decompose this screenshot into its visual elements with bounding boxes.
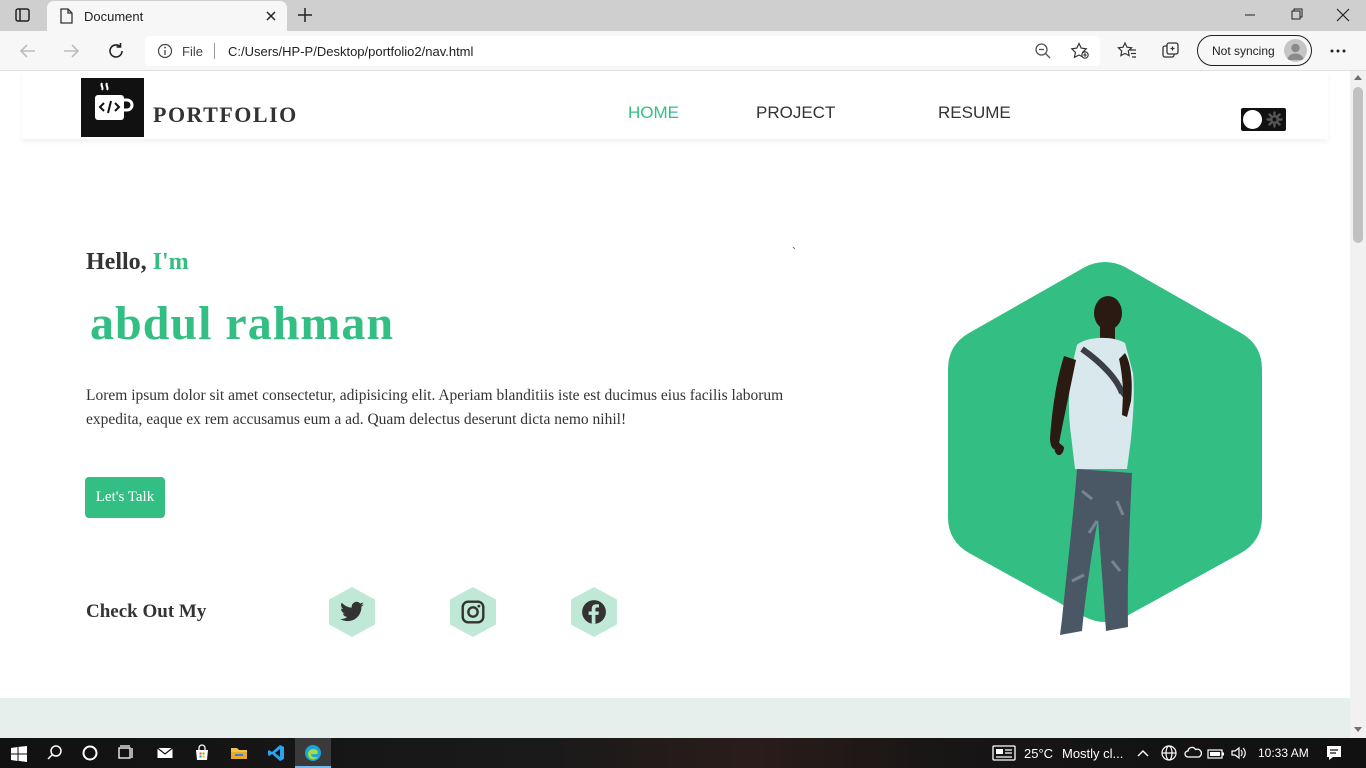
tab-actions-icon[interactable] [14,7,32,23]
cortana-icon[interactable] [81,744,99,767]
page-icon [59,8,73,29]
im-text: I'm [152,249,189,275]
info-icon[interactable] [157,43,173,64]
profile-photo [947,261,1267,636]
restore-button[interactable] [1287,6,1307,24]
refresh-icon[interactable] [106,41,126,61]
facebook-link[interactable] [571,587,617,637]
stray-character: ` [792,245,796,259]
edge-icon[interactable] [304,744,322,767]
scroll-thumb[interactable] [1353,87,1363,243]
page-scrollbar[interactable] [1350,71,1366,738]
toggle-knob [1243,110,1262,129]
minimize-button[interactable] [1240,6,1260,24]
nav-resume-link[interactable]: RESUME [938,103,1011,123]
back-icon[interactable] [18,41,38,61]
hero-greeting: Hello, I'm [86,249,189,276]
profile-button[interactable]: Not syncing [1197,35,1312,66]
hero-name: abdul rahman [90,297,395,350]
file-explorer-icon[interactable] [230,744,248,767]
close-window-button[interactable] [1333,6,1353,24]
more-menu-icon[interactable] [1328,41,1348,61]
browser-toolbar: File C:/Users/HP-P/Desktop/portfolio2/na… [0,31,1366,71]
network-globe-icon[interactable] [1160,744,1178,767]
logo-text[interactable]: PORTFOLIO [153,102,298,128]
hero-intro: Lorem ipsum dolor sit amet consectetur, … [86,387,784,428]
mail-icon[interactable] [156,744,174,767]
collections-icon[interactable] [1161,41,1181,61]
vscode-icon[interactable] [267,744,285,767]
url-text[interactable]: C:/Users/HP-P/Desktop/portfolio2/nav.htm… [228,44,473,59]
close-tab-icon[interactable] [265,9,277,27]
avatar [1284,39,1307,62]
scroll-up-icon[interactable] [1354,75,1362,80]
lets-talk-button[interactable]: Let's Talk [85,477,165,518]
temperature-text[interactable]: 25°C [1024,746,1053,761]
address-scheme: File [182,44,203,59]
forward-icon[interactable] [61,41,81,61]
windows-taskbar: 25°C Mostly cl... 10:33 AM [0,738,1366,768]
social-heading: Check Out My [86,601,207,622]
page-viewport: PORTFOLIO HOME PROJECT RESUME ` Hello, I… [0,71,1350,738]
logo-mark[interactable] [81,78,144,137]
chevron-up-icon[interactable] [1137,746,1149,764]
onedrive-icon[interactable] [1184,744,1203,767]
windows-start-icon[interactable] [11,746,27,767]
gear-icon [1266,111,1283,133]
browser-tab[interactable]: Document [47,1,287,31]
instagram-link[interactable] [450,587,496,637]
search-icon[interactable] [46,744,64,767]
weather-text[interactable]: Mostly cl... [1062,746,1123,761]
clock-text[interactable]: 10:33 AM [1258,746,1309,760]
tab-title: Document [84,9,144,24]
hello-text: Hello, [86,249,147,275]
sync-status: Not syncing [1212,44,1275,58]
new-tab-button[interactable] [297,7,313,28]
address-bar[interactable]: File C:/Users/HP-P/Desktop/portfolio2/na… [145,36,1100,66]
zoom-icon[interactable] [1034,42,1052,65]
tab-strip: Document [0,0,1366,31]
battery-icon[interactable] [1207,747,1225,765]
store-icon[interactable] [193,744,211,767]
theme-toggle[interactable] [1241,108,1286,131]
volume-icon[interactable] [1230,744,1248,767]
site-navbar: PORTFOLIO HOME PROJECT RESUME [22,71,1328,139]
address-divider [214,43,215,59]
nav-project-link[interactable]: PROJECT [756,103,835,123]
favorites-icon[interactable] [1117,41,1137,61]
notifications-icon[interactable] [1325,744,1343,767]
nav-home-link[interactable]: HOME [628,103,679,123]
task-view-icon[interactable] [117,744,135,767]
add-favorite-icon[interactable] [1070,42,1090,65]
next-section-band [0,698,1350,738]
scroll-down-icon[interactable] [1354,727,1362,732]
news-icon[interactable] [992,745,1016,766]
twitter-link[interactable] [329,587,375,637]
